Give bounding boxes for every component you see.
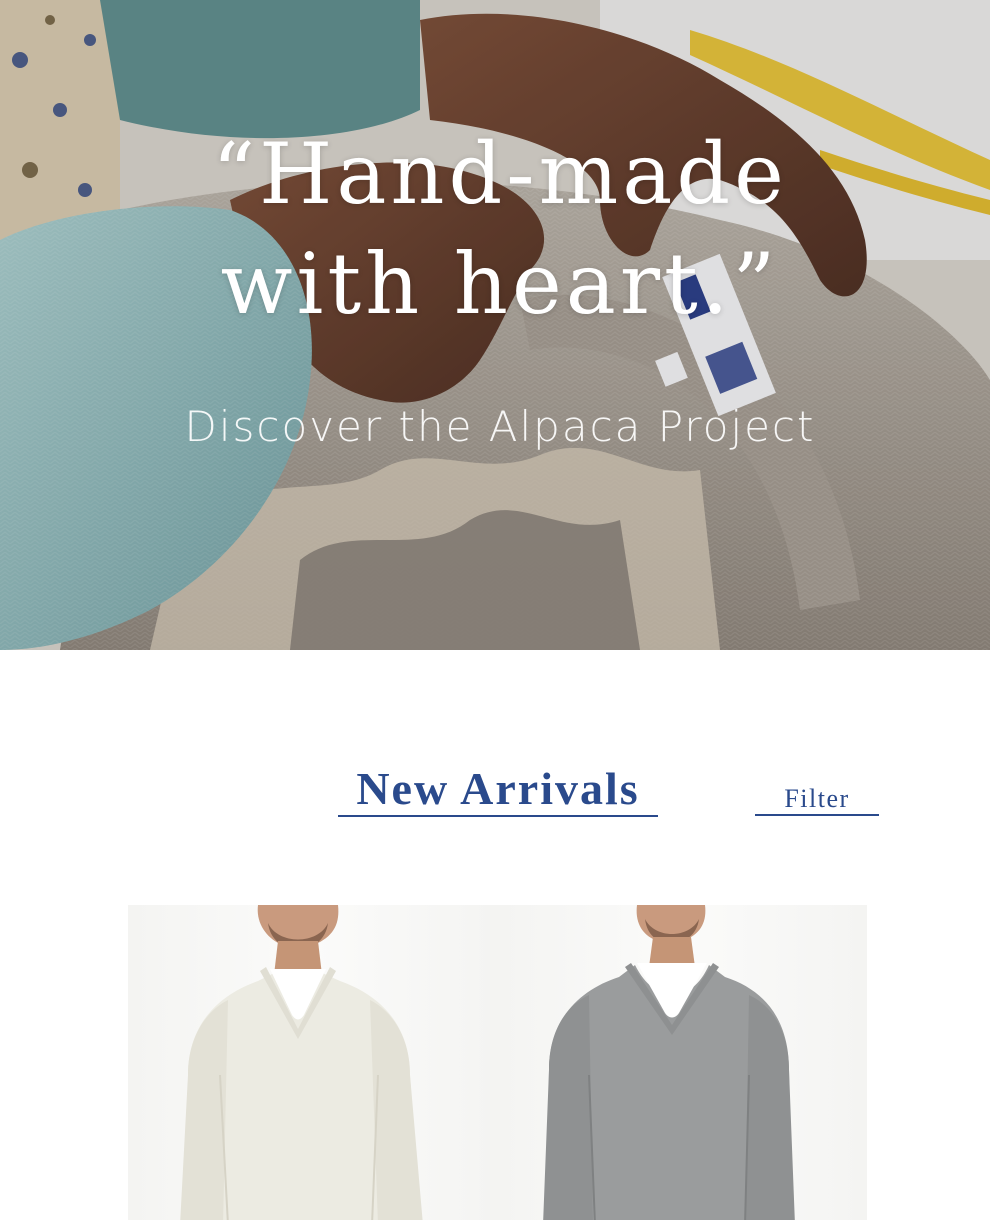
hero-text-block: “Hand-made with heart.” Discover the Alp… bbox=[0, 0, 990, 650]
discover-alpaca-project-link[interactable]: Discover the Alpaca Project bbox=[100, 402, 900, 451]
hero-banner[interactable]: “Hand-made with heart.” Discover the Alp… bbox=[0, 0, 990, 650]
product-card[interactable] bbox=[128, 905, 498, 1220]
hero-quote-line-2: with heart.” bbox=[220, 235, 780, 333]
filter-button[interactable]: Filter bbox=[755, 784, 879, 816]
product-card[interactable] bbox=[497, 905, 867, 1220]
hero-quote-line-1: “Hand-made bbox=[212, 125, 788, 223]
new-arrivals-title: New Arrivals bbox=[338, 764, 658, 818]
product-image-cream-sweater bbox=[180, 905, 423, 1220]
product-image-grey-sweater bbox=[543, 905, 795, 1220]
